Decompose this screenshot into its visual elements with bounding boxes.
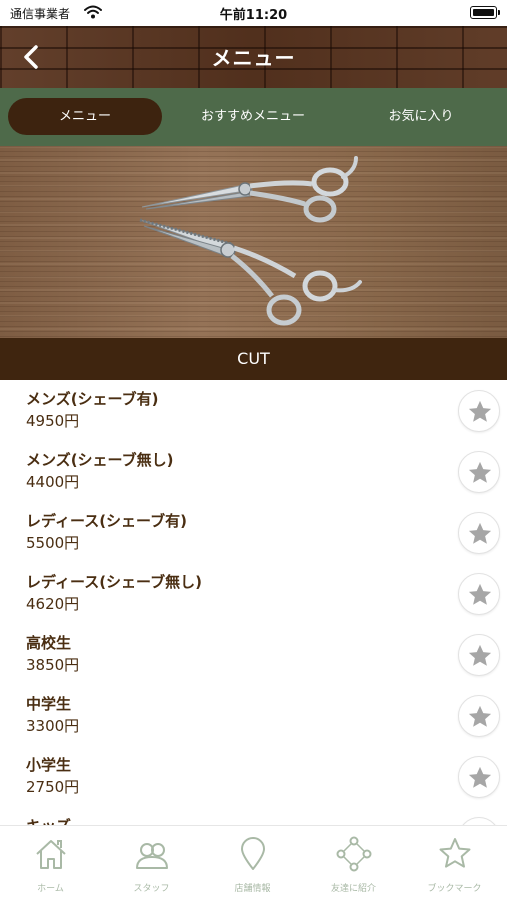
item-price: 3300円	[26, 717, 80, 735]
scissors-bottom	[139, 218, 362, 326]
item-price: 2750円	[26, 778, 80, 796]
item-name: 中学生	[26, 695, 72, 713]
status-bar: 通信事業者 午前11:20	[0, 0, 507, 26]
item-price: 3850円	[26, 656, 80, 674]
hero-image	[0, 146, 507, 338]
scissors-top	[141, 156, 358, 223]
star-icon	[468, 644, 492, 666]
category-title: CUT	[237, 349, 270, 368]
item-name: 小学生	[26, 756, 72, 774]
tab-favorites[interactable]: お気に入り	[344, 98, 498, 135]
menu-list: メンズ(シェーブ有) 4950円 メンズ(シェーブ無し) 4400円 レディース…	[0, 380, 507, 825]
tab-label: スタッフ	[133, 884, 170, 894]
scissors-illustration	[139, 156, 362, 326]
clock: 午前11:20	[219, 8, 288, 23]
favorite-button[interactable]	[458, 817, 500, 825]
favorite-button[interactable]	[458, 573, 500, 615]
item-name: メンズ(シェーブ有)	[26, 390, 159, 408]
list-item[interactable]: 小学生 2750円	[0, 746, 507, 807]
item-name: 高校生	[26, 634, 72, 652]
home-icon	[36, 840, 66, 869]
star-icon	[468, 400, 492, 422]
menu-tabs: メニュー おすすめメニュー お気に入り	[0, 88, 507, 146]
list-item[interactable]: 中学生 3300円	[0, 685, 507, 746]
star-icon	[468, 461, 492, 483]
star-icon	[468, 583, 492, 605]
list-item[interactable]: レディース(シェーブ有) 5500円	[0, 502, 507, 563]
tab-label: 友達に紹介	[330, 884, 376, 894]
tab-refer-friend[interactable]: 友達に紹介	[303, 826, 404, 900]
star-icon	[468, 766, 492, 788]
tab-recommended[interactable]: おすすめメニュー	[176, 98, 330, 135]
list-item[interactable]: 高校生 3850円	[0, 624, 507, 685]
favorite-button[interactable]	[458, 451, 500, 493]
item-name: キッズ	[26, 815, 71, 825]
favorite-button[interactable]	[458, 390, 500, 432]
list-item[interactable]: キッズ	[0, 807, 507, 825]
bottom-tab-bar: ホーム スタッフ 店舗情報 友達に紹介 ブックマーク	[0, 825, 507, 900]
star-icon	[468, 705, 492, 727]
tab-menu[interactable]: メニュー	[8, 98, 162, 135]
staff-icon	[136, 843, 168, 869]
item-price: 4400円	[26, 473, 80, 491]
battery-icon	[470, 6, 500, 19]
tab-store-info[interactable]: 店舗情報	[202, 826, 303, 900]
item-price: 4620円	[26, 595, 80, 613]
page-title: メニュー	[211, 46, 296, 70]
location-pin-icon	[241, 837, 265, 870]
tab-staff[interactable]: スタッフ	[101, 826, 202, 900]
list-item[interactable]: メンズ(シェーブ有) 4950円	[0, 380, 507, 441]
list-item[interactable]: メンズ(シェーブ無し) 4400円	[0, 441, 507, 502]
item-price: 5500円	[26, 534, 80, 552]
favorite-button[interactable]	[458, 695, 500, 737]
tab-label: ホーム	[37, 884, 64, 894]
tab-bookmark[interactable]: ブックマーク	[404, 826, 505, 900]
star-icon	[468, 522, 492, 544]
item-name: レディース(シェーブ有)	[26, 512, 188, 530]
list-item[interactable]: レディース(シェーブ無し) 4620円	[0, 563, 507, 624]
favorite-button[interactable]	[458, 512, 500, 554]
tab-label: 店舗情報	[234, 884, 271, 894]
item-price: 4950円	[26, 412, 80, 430]
favorite-button[interactable]	[458, 634, 500, 676]
category-header: CUT	[0, 338, 507, 380]
share-icon	[336, 836, 372, 872]
item-name: レディース(シェーブ無し)	[26, 573, 203, 591]
item-name: メンズ(シェーブ無し)	[26, 451, 174, 469]
star-outline-icon	[439, 838, 471, 868]
nav-header: メニュー	[0, 26, 507, 88]
tab-label: ブックマーク	[427, 884, 482, 894]
tab-home[interactable]: ホーム	[0, 826, 101, 900]
favorite-button[interactable]	[458, 756, 500, 798]
